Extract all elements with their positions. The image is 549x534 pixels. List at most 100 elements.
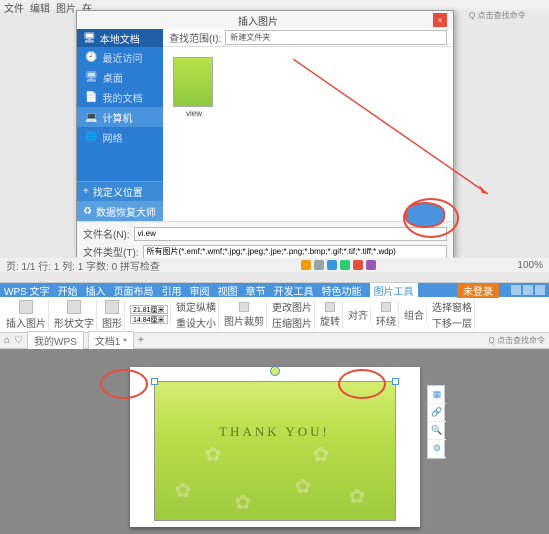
wrap-icon[interactable] <box>381 302 391 312</box>
resize-handle[interactable] <box>151 378 158 385</box>
change-pic[interactable]: 更改图片 <box>272 299 312 314</box>
filename-input[interactable] <box>134 227 447 241</box>
sidebar-item-network[interactable]: 🌐网络 <box>77 127 163 147</box>
my-wps-tab[interactable]: 我的WPS <box>27 331 84 350</box>
tray-icon[interactable] <box>314 260 324 270</box>
tab-review[interactable]: 审阅 <box>190 283 210 298</box>
tab-section[interactable]: 章节 <box>246 283 266 298</box>
dialog-footer: 文件名(N): 文件类型(T): <box>77 221 453 258</box>
tab-view[interactable]: 视图 <box>218 283 238 298</box>
crop-icon[interactable] <box>239 302 249 312</box>
menu-item[interactable]: 文件 <box>4 0 24 10</box>
flower-icon <box>175 478 197 500</box>
top-menu: 文件 编辑 图片 在... <box>0 0 549 10</box>
computer-icon: 💻 <box>85 112 97 123</box>
maximize-icon[interactable] <box>523 285 533 295</box>
tab-dev[interactable]: 开发工具 <box>274 283 314 298</box>
menu-item[interactable]: 在... <box>82 0 100 10</box>
filename-label: 文件名(N): <box>83 226 130 241</box>
zoom-icon[interactable]: 🔍 <box>428 422 446 440</box>
sidebar-item-docs[interactable]: 📄我的文档 <box>77 87 163 107</box>
file-thumbnail[interactable]: view <box>173 57 215 118</box>
path-label: 查找范围(I): <box>169 30 221 45</box>
login-button[interactable]: 未登录 <box>457 283 499 298</box>
inserted-picture[interactable]: THANK YOU! <box>154 381 396 521</box>
send-back[interactable]: 下移一层 <box>432 315 472 330</box>
flower-icon <box>349 484 371 506</box>
path-dropdown[interactable]: 新建文件夹 <box>225 30 447 45</box>
tab-layout[interactable]: 页面布局 <box>114 283 154 298</box>
rotate-icon[interactable] <box>325 302 335 312</box>
status-bar: 页: 1/1 行: 1 列: 1 字数: 0 拼写检查 100% <box>0 258 549 272</box>
layout-icon[interactable]: ▦ <box>428 386 446 404</box>
minimize-icon[interactable] <box>511 285 521 295</box>
flower-icon <box>295 474 317 496</box>
close-icon[interactable]: × <box>433 13 447 27</box>
select-pane[interactable]: 选择窗格 <box>432 299 472 314</box>
height-input[interactable] <box>130 305 168 314</box>
desktop-icon: 🖥 <box>85 72 98 83</box>
compress-pic[interactable]: 压缩图片 <box>272 315 312 330</box>
sidebar-recovery-button[interactable]: ♻数据恢复大师 <box>77 201 163 221</box>
document-canvas: THANK YOU! ▦ 🔗 🔍 ⚙ <box>0 349 549 534</box>
tab-picture-tools[interactable]: 图片工具 <box>370 283 418 298</box>
ribbon-tabs: WPS 文字 开始 插入 页面布局 引用 审阅 视图 章节 开发工具 特色功能 … <box>0 283 549 297</box>
shape-icon[interactable] <box>105 300 119 314</box>
sidebar-custom-location-button[interactable]: +找定义位置 <box>77 181 163 201</box>
tab-reference[interactable]: 引用 <box>162 283 182 298</box>
status-icons <box>301 260 376 270</box>
tab-special[interactable]: 特色功能 <box>322 283 362 298</box>
home-icon[interactable]: ⌂ <box>4 335 10 346</box>
side-toolbar: ▦ 🔗 🔍 ⚙ <box>427 385 445 459</box>
menu-item[interactable]: 编辑 <box>30 0 50 10</box>
tab-insert[interactable]: 插入 <box>86 283 106 298</box>
network-icon: 🌐 <box>85 132 97 143</box>
tray-icon[interactable] <box>327 260 337 270</box>
history-icon: 🕘 <box>85 52 97 63</box>
reset-size[interactable]: 重设大小 <box>176 315 216 330</box>
sidebar-header: 🖥 本地文档 <box>77 29 163 47</box>
search-hint[interactable]: Q 点击查找命令 <box>469 10 549 20</box>
insert-picture-dialog: 插入图片 × 🖥 本地文档 🕘最近访问 🖥桌面 📄我的文档 💻计算机 🌐网络 +… <box>76 10 454 257</box>
picture-text: THANK YOU! <box>219 424 330 440</box>
app-title: WPS 文字 <box>4 283 50 298</box>
file-browser: 查找范围(I): 新建文件夹 view <box>163 29 453 221</box>
open-button[interactable] <box>405 202 445 228</box>
tray-icon[interactable] <box>340 260 350 270</box>
search-hint[interactable]: Q 点击查找命令 <box>489 335 545 346</box>
document-tabs: ⌂ ♡ 我的WPS 文档1 * + Q 点击查找命令 <box>0 333 549 349</box>
filetype-dropdown[interactable] <box>143 245 447 259</box>
zoom-level[interactable]: 100% <box>517 260 543 271</box>
sidebar-item-recent[interactable]: 🕘最近访问 <box>77 47 163 67</box>
rotate-handle[interactable] <box>270 366 280 376</box>
dialog-titlebar: 插入图片 × <box>77 11 453 29</box>
sidebar-item-desktop[interactable]: 🖥桌面 <box>77 67 163 87</box>
menu-item[interactable]: 图片 <box>56 0 76 10</box>
flower-icon <box>313 442 335 464</box>
thumbnail-image <box>173 57 213 107</box>
insert-pic-icon[interactable] <box>19 300 33 314</box>
plus-icon: + <box>83 186 89 197</box>
tray-icon[interactable] <box>301 260 311 270</box>
status-left: 页: 1/1 行: 1 列: 1 字数: 0 拼写检查 <box>6 258 160 273</box>
resize-handle[interactable] <box>392 378 399 385</box>
monitor-icon: 🖥 <box>83 33 96 44</box>
dialog-title: 插入图片 <box>83 13 433 28</box>
add-tab-icon[interactable]: + <box>138 335 144 346</box>
sidebar-item-computer[interactable]: 💻计算机 <box>77 107 163 127</box>
link-icon[interactable]: 🔗 <box>428 404 446 422</box>
close-icon[interactable] <box>535 285 545 295</box>
tray-icon[interactable] <box>353 260 363 270</box>
lock-ratio[interactable]: 锁定纵横 <box>176 299 216 314</box>
document-tab[interactable]: 文档1 * <box>88 331 134 350</box>
settings-icon[interactable]: ⚙ <box>428 440 446 458</box>
tray-icon[interactable] <box>366 260 376 270</box>
combine[interactable]: 组合 <box>404 307 424 322</box>
shape-text-icon[interactable] <box>67 300 81 314</box>
dialog-sidebar: 🖥 本地文档 🕘最近访问 🖥桌面 📄我的文档 💻计算机 🌐网络 +找定义位置 ♻… <box>77 29 163 221</box>
width-input[interactable] <box>130 315 168 324</box>
align[interactable]: 对齐 <box>348 307 368 322</box>
favorite-icon[interactable]: ♡ <box>14 335 23 346</box>
tab-home[interactable]: 开始 <box>58 283 78 298</box>
thumbnail-label: view <box>173 109 215 118</box>
